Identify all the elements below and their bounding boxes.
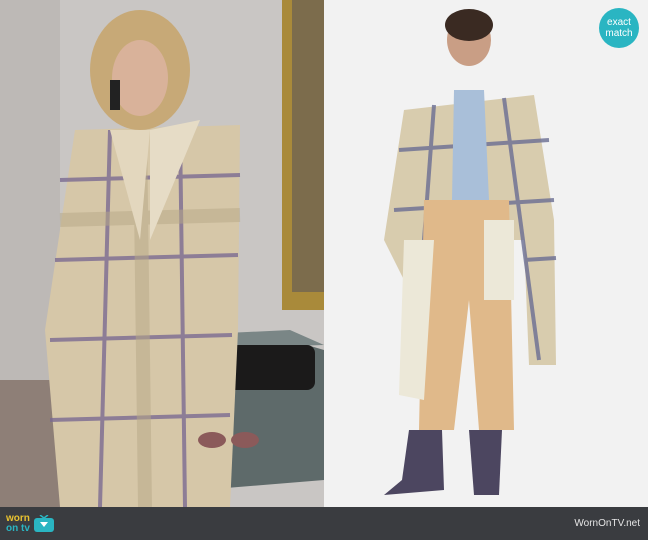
tv-still-photo [0,0,324,507]
logo-text-bottom: on tv [6,523,30,534]
badge-line-2: match [605,28,633,39]
site-logo[interactable]: worn on tv [6,514,55,534]
footer-bar: worn on tv WornOnTV.net [0,507,648,540]
product-photo [324,0,648,507]
tv-icon [33,514,55,533]
exact-match-badge: exact match [599,8,639,48]
site-name: WornOnTV.net [574,518,640,529]
badge-line-1: exact [607,17,631,28]
